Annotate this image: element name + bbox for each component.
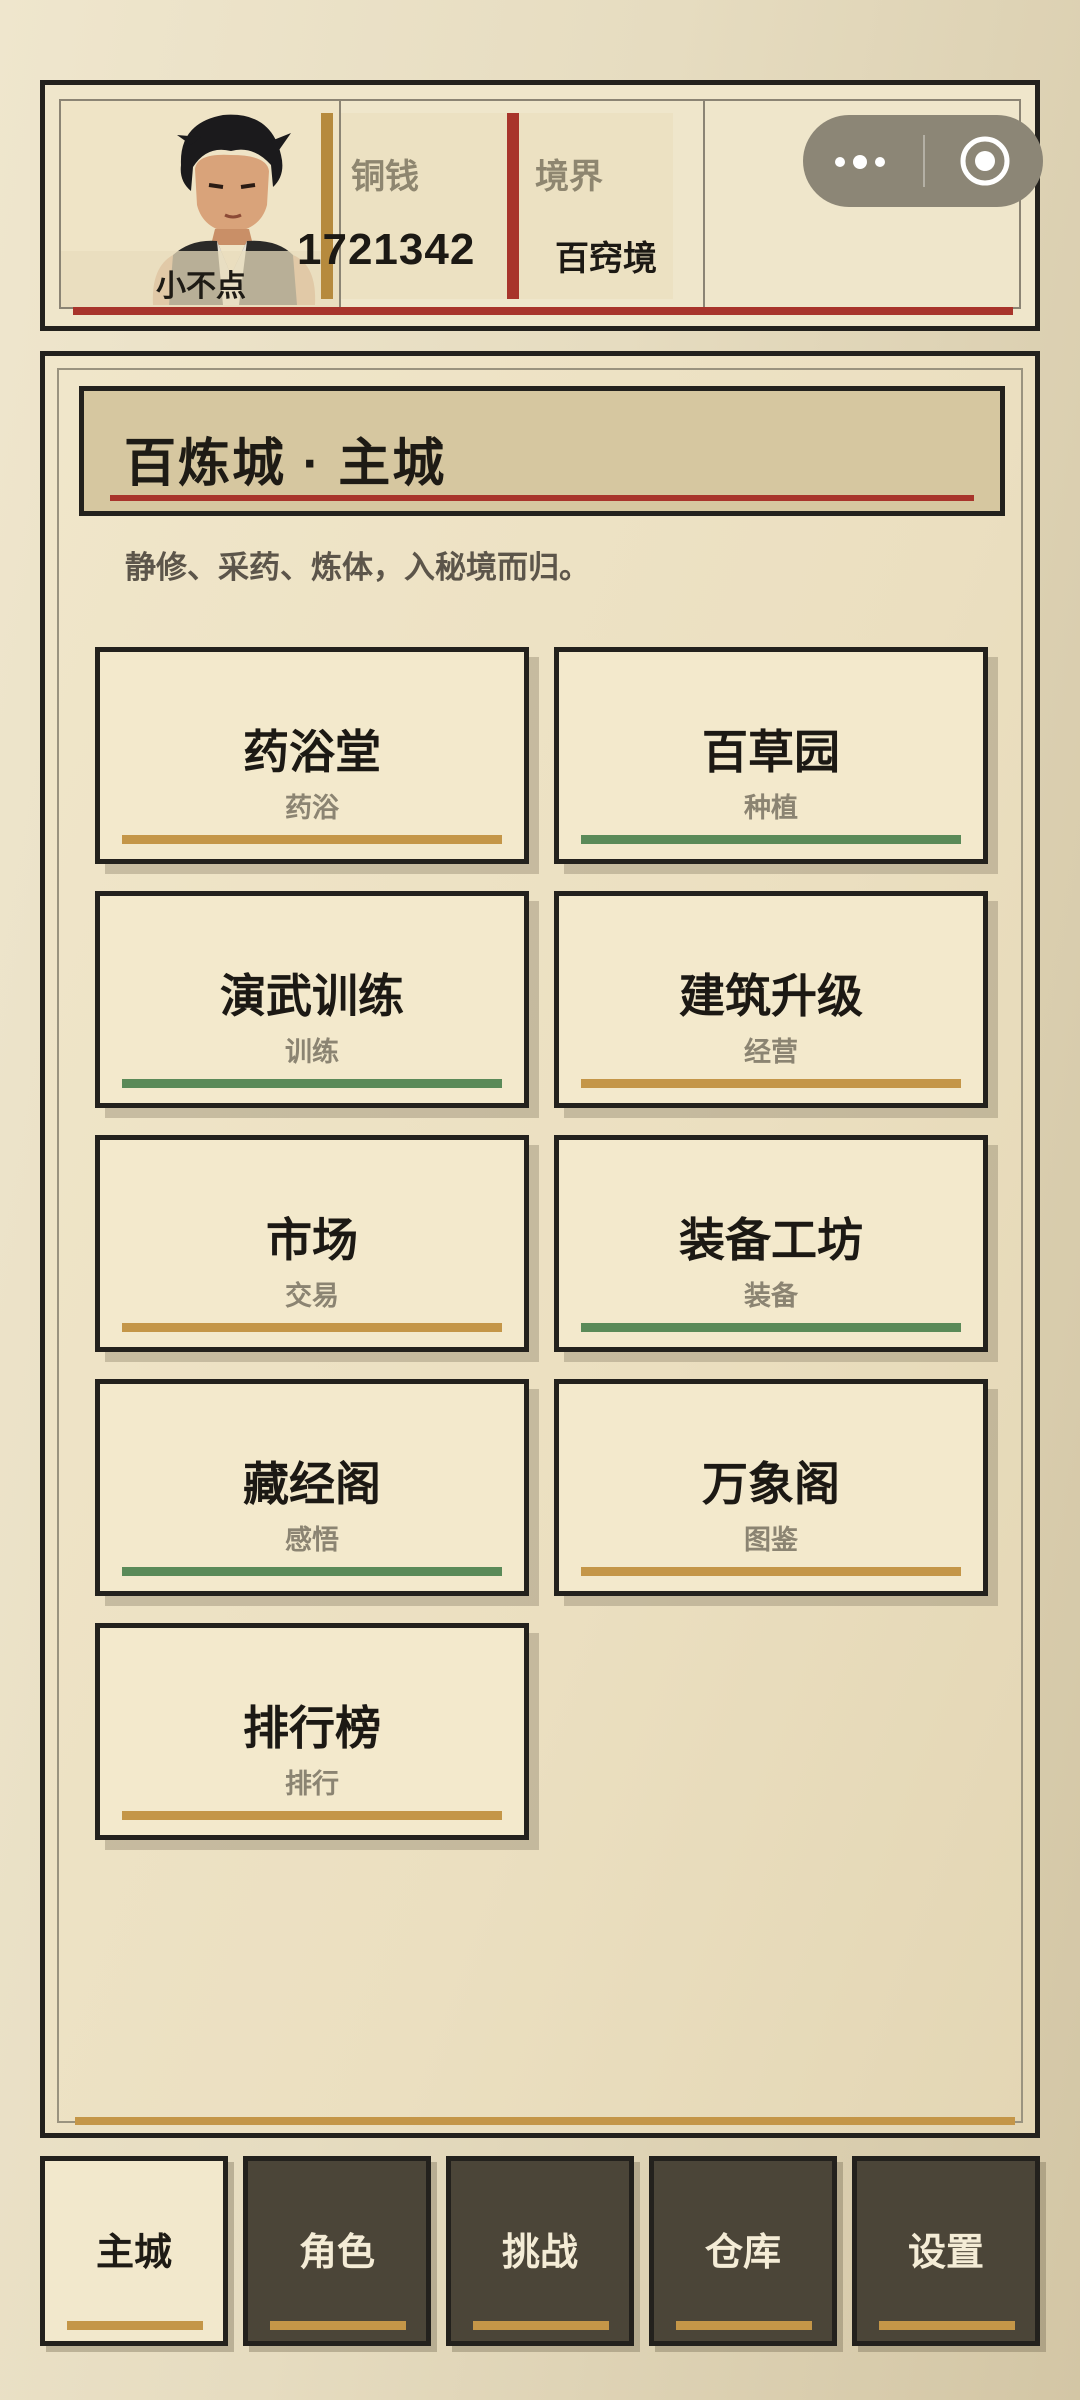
card-title: 藏经阁 [243, 1458, 381, 1510]
card-accent-bar [122, 835, 502, 844]
card-accent-bar [581, 1323, 961, 1332]
tab-challenge[interactable]: 挑战 [446, 2156, 634, 2346]
card-martial-training[interactable]: 演武训练 训练 [95, 891, 529, 1108]
tab-label: 设置 [907, 2232, 984, 2274]
card-accent-bar [581, 1079, 961, 1088]
header-divider [703, 101, 705, 307]
tab-accent-bar [270, 2321, 406, 2330]
page-subtitle: 静修、采药、炼体，入秘境而归。 [125, 550, 590, 585]
capsule-menu [803, 115, 1043, 207]
card-market[interactable]: 市场 交易 [95, 1135, 529, 1352]
realm-value: 百窍境 [555, 240, 657, 278]
card-accent-bar [122, 1079, 502, 1088]
card-subtitle: 训练 [285, 1037, 339, 1067]
card-accent-bar [581, 835, 961, 844]
tab-label: 仓库 [704, 2232, 781, 2274]
card-title: 市场 [266, 1214, 358, 1266]
card-scripture-pavilion[interactable]: 藏经阁 感悟 [95, 1379, 529, 1596]
card-subtitle: 药浴 [285, 793, 339, 823]
card-title: 装备工坊 [679, 1214, 863, 1266]
main-panel-underline [75, 2117, 1015, 2125]
tab-accent-bar [879, 2321, 1015, 2330]
card-accent-bar [581, 1567, 961, 1576]
card-building-upgrade[interactable]: 建筑升级 经营 [554, 891, 988, 1108]
realm-accent-bar [507, 113, 519, 299]
card-medicine-bath-hall[interactable]: 药浴堂 药浴 [95, 647, 529, 864]
tab-character[interactable]: 角色 [243, 2156, 431, 2346]
card-equipment-workshop[interactable]: 装备工坊 装备 [554, 1135, 988, 1352]
page-title: 百炼城 · 主城 [124, 435, 447, 493]
card-subtitle: 感悟 [285, 1525, 339, 1555]
title-underline [110, 495, 974, 501]
more-dots-icon[interactable] [833, 143, 893, 179]
tab-main-city[interactable]: 主城 [40, 2156, 228, 2346]
card-title: 百草园 [702, 726, 840, 778]
card-accent-bar [122, 1811, 502, 1820]
card-subtitle: 排行 [285, 1769, 339, 1799]
card-title: 建筑升级 [679, 970, 863, 1022]
coin-value: 1721342 [297, 225, 476, 274]
card-subtitle: 图鉴 [744, 1525, 798, 1555]
tab-accent-bar [473, 2321, 609, 2330]
card-herb-garden[interactable]: 百草园 种植 [554, 647, 988, 864]
card-codex-pavilion[interactable]: 万象阁 图鉴 [554, 1379, 988, 1596]
header-underline [73, 307, 1013, 315]
card-subtitle: 装备 [744, 1281, 798, 1311]
tab-label: 挑战 [501, 2232, 578, 2274]
page-title-box: 百炼城 · 主城 [79, 386, 1005, 516]
tab-accent-bar [67, 2321, 203, 2330]
card-subtitle: 经营 [744, 1037, 798, 1067]
card-title: 演武训练 [220, 970, 404, 1022]
card-accent-bar [122, 1323, 502, 1332]
tab-label: 角色 [298, 2232, 375, 2274]
realm-label: 境界 [535, 158, 603, 196]
main-panel: 百炼城 · 主城 静修、采药、炼体，入秘境而归。 药浴堂 药浴 百草园 种植 演… [40, 351, 1040, 2138]
card-title: 万象阁 [702, 1458, 840, 1510]
tab-warehouse[interactable]: 仓库 [649, 2156, 837, 2346]
card-title: 排行榜 [243, 1702, 381, 1754]
card-title: 药浴堂 [243, 726, 381, 778]
card-accent-bar [122, 1567, 502, 1576]
card-leaderboard[interactable]: 排行榜 排行 [95, 1623, 529, 1840]
tab-settings[interactable]: 设置 [852, 2156, 1040, 2346]
capsule-divider [923, 135, 925, 187]
avatar-frame[interactable]: 小不点 [61, 101, 341, 307]
tab-accent-bar [676, 2321, 812, 2330]
card-subtitle: 种植 [744, 793, 798, 823]
target-circle-icon[interactable] [958, 134, 1012, 188]
card-subtitle: 交易 [285, 1281, 339, 1311]
coin-label: 铜钱 [351, 158, 419, 196]
tab-label: 主城 [95, 2232, 172, 2274]
